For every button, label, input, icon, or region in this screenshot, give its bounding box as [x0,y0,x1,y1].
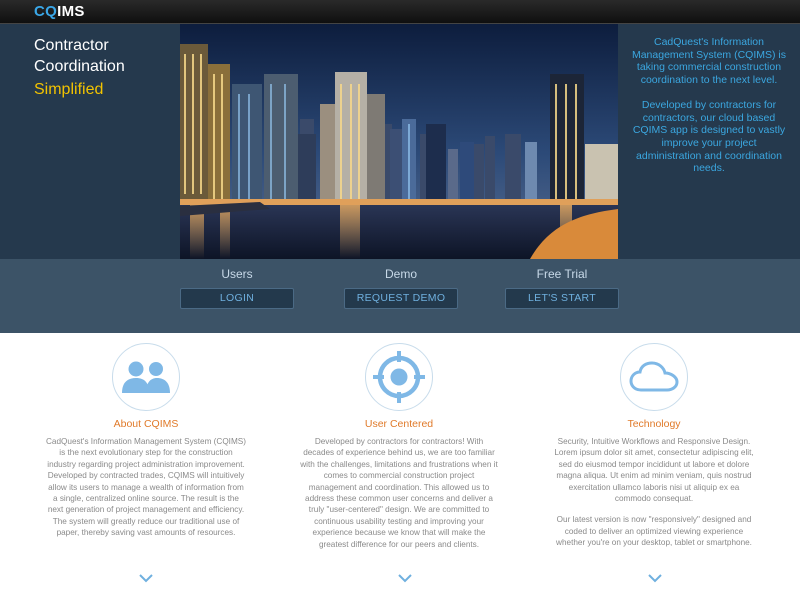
hero-section: Contractor Coordination Simplified CadQu… [0,24,800,259]
users-action: Users LOGIN [180,267,294,309]
actions-band: Users LOGIN Demo REQUEST DEMO Free Trial… [0,259,800,333]
cloud-icon [620,343,688,411]
lets-start-button[interactable]: LET'S START [505,288,619,309]
feature-user-centered-body: Developed by contractors for contractors… [299,436,499,550]
users-icon [112,343,180,411]
hero-description: CadQuest's Information Management System… [618,24,800,259]
feature-technology-text-2: Our latest version is now "responsively"… [556,515,752,548]
hero-title-panel: Contractor Coordination Simplified [0,24,180,259]
feature-technology-title: Technology [627,418,681,430]
chevron-down-icon[interactable] [648,573,662,583]
features-section: About CQIMS CadQuest's Information Manag… [0,333,800,600]
target-icon [365,343,433,411]
hero-description-2: Developed by contractors for contractors… [632,98,786,175]
feature-technology-body: Security, Intuitive Workflows and Respon… [554,436,754,549]
feature-user-centered-text: Developed by contractors for contractors… [300,437,498,549]
feature-about-body: CadQuest's Information Management System… [46,436,246,539]
hero-title-line1: Contractor [34,37,109,54]
logo-ims-text: IMS [57,3,85,20]
demo-label: Demo [384,267,417,281]
demo-action: Demo REQUEST DEMO [344,267,458,309]
feature-about-title: About CQIMS [113,418,179,430]
free-trial-label: Free Trial [536,267,588,281]
request-demo-button[interactable]: REQUEST DEMO [344,288,458,309]
hero-description-1: CadQuest's Information Management System… [631,36,787,87]
feature-user-centered: User Centered Developed by contractors f… [299,343,499,560]
chevron-down-icon[interactable] [139,573,153,583]
users-label: Users [221,267,253,281]
feature-about-text: CadQuest's Information Management System… [46,437,246,538]
hero-title-accent: Simplified [34,81,104,98]
cqims-logo[interactable]: CQIMS [34,3,85,20]
top-bar: CQIMS [0,0,800,24]
chevron-down-icon[interactable] [398,573,412,583]
hero-title-line2: Coordination [34,58,125,75]
login-button[interactable]: LOGIN [180,288,294,309]
hero-city-skyline-image [180,24,618,259]
feature-about: About CQIMS CadQuest's Information Manag… [46,343,246,549]
free-trial-action: Free Trial LET'S START [505,267,619,309]
hero-title: Contractor Coordination Simplified [34,35,125,100]
feature-technology: Technology Security, Intuitive Workflows… [554,343,754,559]
feature-technology-text-1: Security, Intuitive Workflows and Respon… [554,437,754,504]
feature-user-centered-title: User Centered [364,418,434,430]
logo-cq-text: CQ [34,3,58,20]
